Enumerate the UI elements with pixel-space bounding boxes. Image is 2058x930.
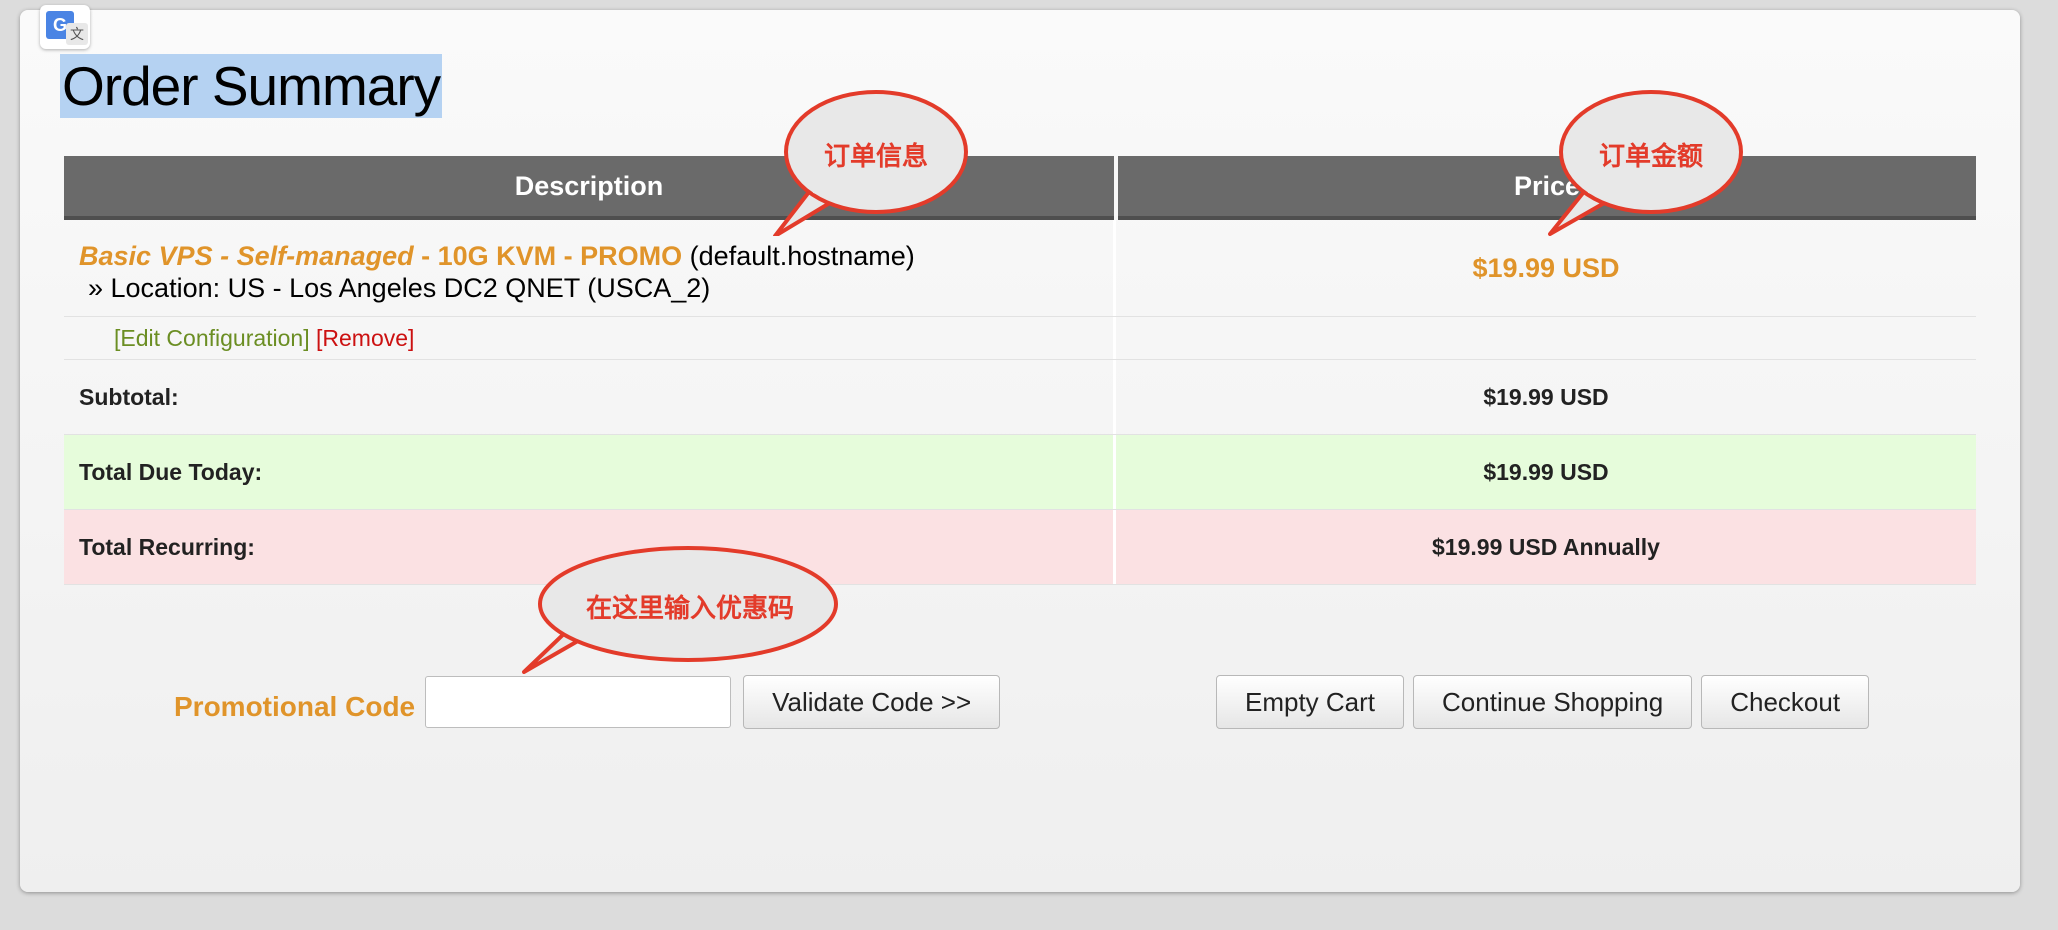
- total-due-value: $19.99 USD: [1483, 459, 1609, 485]
- annotation-order-amount: 订单金额: [1598, 141, 1703, 171]
- product-actions: [Edit Configuration] [Remove]: [64, 317, 1116, 359]
- subtotal-label: Subtotal:: [64, 360, 1116, 434]
- continue-shopping-button[interactable]: Continue Shopping: [1413, 675, 1693, 729]
- checkout-button[interactable]: Checkout: [1701, 675, 1870, 729]
- product-name-italic: Basic VPS - Self-managed: [79, 241, 414, 271]
- empty-cart-button[interactable]: Empty Cart: [1216, 675, 1405, 729]
- product-hostname: (default.hostname): [689, 241, 915, 271]
- total-recurring-value: $19.99 USD Annually: [1432, 534, 1660, 560]
- promo-code-label: Promotional Code: [174, 691, 416, 722]
- total-recurring-row: Total Recurring: $19.99 USD Annually: [64, 510, 1976, 585]
- promo-code-input[interactable]: [425, 676, 732, 728]
- product-name: Basic VPS - Self-managed - 10G KVM - PRO…: [79, 241, 682, 271]
- product-name-plan: 10G KVM - PROMO: [437, 241, 683, 271]
- total-due-label: Total Due Today:: [64, 435, 1116, 509]
- subtotal-value: $19.99 USD: [1483, 384, 1609, 410]
- product-name-separator: -: [413, 241, 438, 271]
- annotation-order-info-bubble: 订单信息: [770, 86, 970, 236]
- actions-empty-cell: [1116, 317, 1976, 359]
- remove-link[interactable]: [Remove]: [316, 325, 414, 351]
- annotation-order-info: 订单信息: [823, 141, 928, 171]
- translate-icon[interactable]: G 文: [40, 5, 90, 49]
- annotation-promo-hint-bubble: 在这里输入优惠码: [520, 544, 840, 674]
- validate-code-button[interactable]: Validate Code >>: [743, 675, 1001, 729]
- edit-configuration-link[interactable]: [Edit Configuration]: [114, 325, 310, 351]
- cart-buttons: Empty Cart Continue Shopping Checkout: [1216, 675, 1870, 729]
- product-actions-row: [Edit Configuration] [Remove]: [64, 317, 1976, 360]
- promo-code-area: Promotional Code Validate Code >>: [174, 675, 1001, 729]
- translate-wen-glyph: 文: [66, 23, 88, 45]
- product-location: » Location: US - Los Angeles DC2 QNET (U…: [88, 273, 711, 303]
- page-title: Order Summary: [60, 54, 443, 118]
- annotation-order-amount-bubble: 订单金额: [1545, 86, 1745, 236]
- subtotal-row: Subtotal: $19.99 USD: [64, 360, 1976, 435]
- annotation-promo-hint: 在这里输入优惠码: [585, 593, 794, 623]
- total-due-row: Total Due Today: $19.99 USD: [64, 435, 1976, 510]
- product-price: $19.99 USD: [1472, 253, 1620, 283]
